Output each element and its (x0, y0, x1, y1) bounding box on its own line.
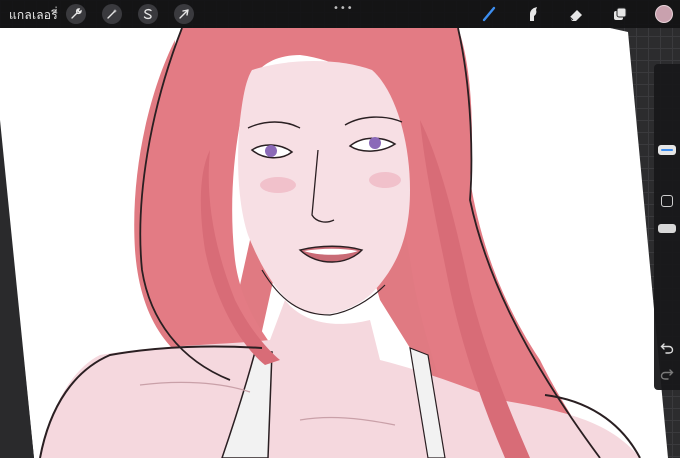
right-iris (369, 137, 381, 149)
drawing-canvas[interactable] (0, 0, 680, 458)
selection-icon[interactable] (138, 4, 158, 24)
brush-icon[interactable] (479, 4, 501, 24)
current-color-swatch[interactable] (655, 5, 673, 23)
blush-right (369, 172, 401, 188)
blush-left (260, 177, 296, 193)
left-iris (265, 145, 277, 157)
smudge-icon[interactable] (522, 4, 544, 24)
redo-icon[interactable] (660, 366, 674, 380)
wrench-icon[interactable] (66, 4, 86, 24)
magic-wand-icon[interactable] (102, 4, 122, 24)
modify-button[interactable] (661, 195, 673, 207)
eraser-icon[interactable] (565, 4, 587, 24)
opacity-slider[interactable] (658, 224, 676, 233)
side-toolbar (654, 64, 680, 390)
top-toolbar: แกลเลอรี่ ••• (0, 0, 680, 28)
layers-icon[interactable] (609, 4, 631, 24)
gallery-button[interactable]: แกลเลอรี่ (9, 6, 58, 25)
brush-size-slider[interactable] (658, 145, 676, 155)
transform-arrow-icon[interactable] (174, 4, 194, 24)
undo-icon[interactable] (660, 340, 674, 354)
more-menu[interactable]: ••• (333, 3, 354, 14)
